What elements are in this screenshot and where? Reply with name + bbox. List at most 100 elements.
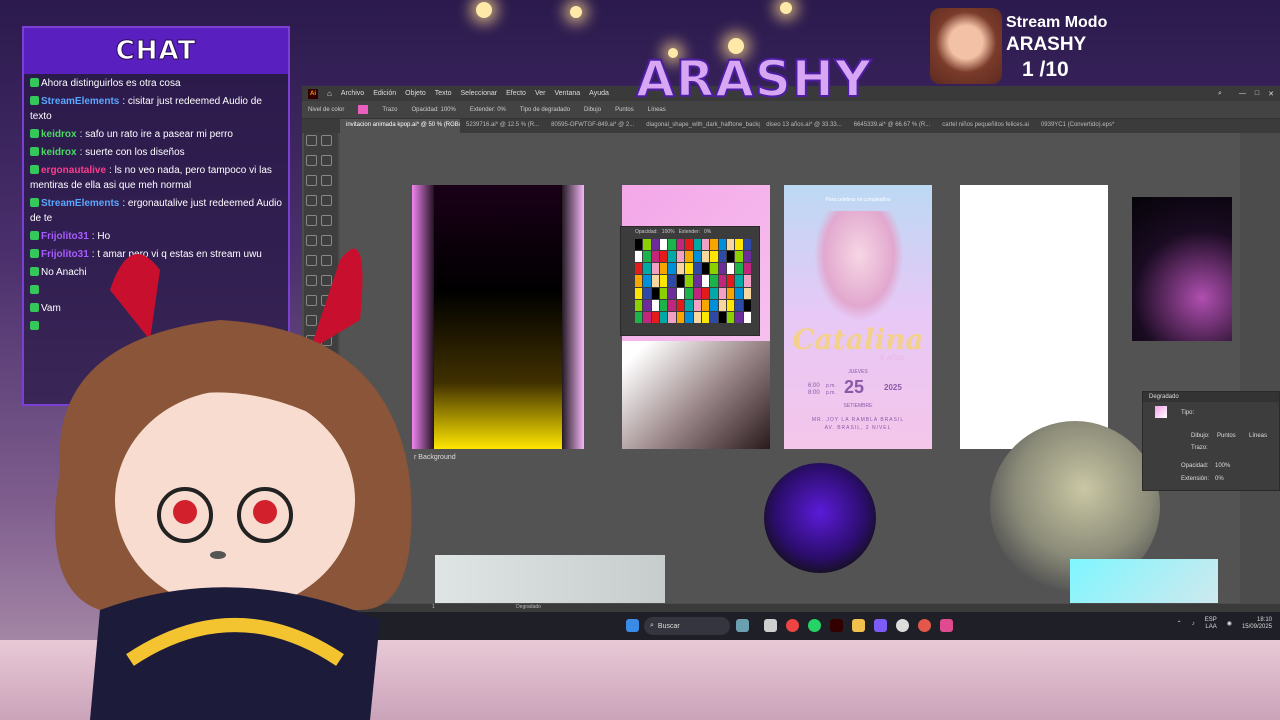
swatch[interactable] (651, 287, 660, 299)
document-tab[interactable]: 0939YC1 (Convertido).eps* (1035, 119, 1120, 133)
menu-item-texto[interactable]: Texto (435, 90, 452, 97)
swatch[interactable] (735, 275, 743, 287)
chat-username[interactable]: ergonautalive (41, 165, 106, 176)
artboard-dark[interactable] (1132, 197, 1232, 341)
folder-icon[interactable] (852, 619, 865, 632)
swatch[interactable] (743, 263, 751, 275)
menu-item-seleccionar[interactable]: Seleccionar (461, 90, 498, 97)
widgets-icon[interactable] (736, 619, 749, 632)
swatch[interactable] (718, 311, 726, 323)
swatch[interactable] (676, 239, 685, 251)
document-tab[interactable]: invitacion animada kpop.ai* @ 50 % (RGB/… (340, 119, 460, 133)
illustrator-icon[interactable] (830, 619, 843, 632)
swatch[interactable] (693, 239, 701, 251)
swatch[interactable] (726, 311, 735, 323)
chat-username[interactable]: StreamElements (41, 198, 119, 209)
swatch[interactable] (651, 311, 660, 323)
swatch[interactable] (651, 275, 660, 287)
swatch[interactable] (710, 239, 718, 251)
swatch[interactable] (668, 299, 676, 311)
swatch[interactable] (693, 311, 701, 323)
swatch-grid[interactable] (635, 239, 751, 323)
swatch[interactable] (685, 239, 693, 251)
swatch[interactable] (651, 263, 660, 275)
swatch[interactable] (660, 287, 668, 299)
artboard-gradient[interactable] (412, 185, 584, 449)
swatch[interactable] (693, 275, 701, 287)
swatch[interactable] (635, 299, 643, 311)
search-icon[interactable]: ⌕ (1218, 90, 1222, 98)
swatch[interactable] (635, 287, 643, 299)
control-label[interactable]: Opacidad: 100% (411, 107, 455, 113)
document-tab[interactable]: diagonal_shape_with_dark_halftone_backgr… (640, 119, 760, 133)
swatch[interactable] (718, 275, 726, 287)
app-icon[interactable] (940, 619, 953, 632)
swatch[interactable] (701, 287, 710, 299)
canvas[interactable]: Opacidad: 100% Extender: 0% Para celebra… (340, 133, 1240, 603)
chrome-icon[interactable] (786, 619, 799, 632)
swatch[interactable] (735, 263, 743, 275)
close-icon[interactable]: ✕ (1268, 90, 1274, 98)
file-explorer-icon[interactable] (764, 619, 777, 632)
swatch[interactable] (726, 251, 735, 263)
selection-tool-icon[interactable] (306, 135, 317, 146)
menu-item-archivo[interactable]: Archivo (341, 90, 364, 97)
swatch[interactable] (660, 263, 668, 275)
menu-item-edicion[interactable]: Edición (373, 90, 396, 97)
swatch[interactable] (635, 275, 643, 287)
app-icon[interactable] (918, 619, 931, 632)
swatch[interactable] (660, 311, 668, 323)
menu-item-efecto[interactable]: Efecto (506, 90, 526, 97)
swatch[interactable] (710, 275, 718, 287)
swatch[interactable] (676, 275, 685, 287)
swatch[interactable] (660, 239, 668, 251)
zoom-value[interactable]: 1 (432, 604, 435, 610)
swatch[interactable] (710, 299, 718, 311)
document-tab[interactable]: 6645339.ai* @ 66.67 % (R... (848, 119, 936, 133)
swatch[interactable] (668, 263, 676, 275)
maximize-icon[interactable]: □ (1255, 90, 1259, 97)
artboard-blank[interactable] (960, 185, 1108, 449)
document-tab[interactable]: 80595-OFWTGF-849.ai* @ 2... (545, 119, 640, 133)
language-layout[interactable]: LAA (1205, 624, 1216, 631)
lasso-tool-icon[interactable] (321, 155, 332, 166)
draw-lines-option[interactable]: Líneas (1249, 433, 1267, 439)
swatch[interactable] (660, 251, 668, 263)
chat-username[interactable]: keidrox (41, 147, 77, 158)
swatch[interactable] (718, 263, 726, 275)
swatch[interactable] (685, 299, 693, 311)
swatch[interactable] (710, 251, 718, 263)
swatch[interactable] (710, 287, 718, 299)
magic-wand-tool-icon[interactable] (306, 155, 317, 166)
artboard-invitation[interactable]: Para celebrar mi cumpleaños Catalina 6 a… (784, 185, 932, 449)
wifi-icon[interactable]: ◉ (1227, 620, 1232, 628)
swatch[interactable] (718, 299, 726, 311)
paintbrush-tool-icon[interactable] (321, 215, 332, 226)
swatch[interactable] (710, 311, 718, 323)
swatch[interactable] (718, 239, 726, 251)
menu-item-ayuda[interactable]: Ayuda (589, 90, 609, 97)
swatch[interactable] (643, 239, 651, 251)
swatch[interactable] (735, 287, 743, 299)
control-label[interactable]: Extender: 0% (470, 107, 506, 113)
app-icon[interactable] (874, 619, 887, 632)
document-tab[interactable]: diseo 13 años.ai* @ 33.33... (760, 119, 847, 133)
fill-swatch[interactable] (358, 105, 369, 114)
chat-username[interactable]: StreamElements (41, 96, 119, 107)
swatch[interactable] (685, 251, 693, 263)
clock-time[interactable]: 18:10 (1242, 617, 1272, 624)
system-tray[interactable]: ⌃ ♪ ESP LAA ◉ 18:10 15/09/2025 (1177, 617, 1272, 631)
swatch[interactable] (635, 311, 643, 323)
gradient-opacity-value[interactable]: 100% (1215, 463, 1230, 469)
opacity-value[interactable]: 100% (662, 229, 675, 235)
swatch[interactable] (701, 299, 710, 311)
rectangle-tool-icon[interactable] (306, 215, 317, 226)
swatch[interactable] (676, 287, 685, 299)
minimize-icon[interactable]: — (1239, 90, 1246, 97)
swatch[interactable] (701, 263, 710, 275)
taskbar-search[interactable]: ⌕ Buscar (644, 617, 730, 635)
swatch[interactable] (635, 251, 643, 263)
direct-selection-tool-icon[interactable] (321, 135, 332, 146)
clock-date[interactable]: 15/09/2025 (1242, 624, 1272, 631)
gradient-preview[interactable] (1155, 406, 1167, 418)
